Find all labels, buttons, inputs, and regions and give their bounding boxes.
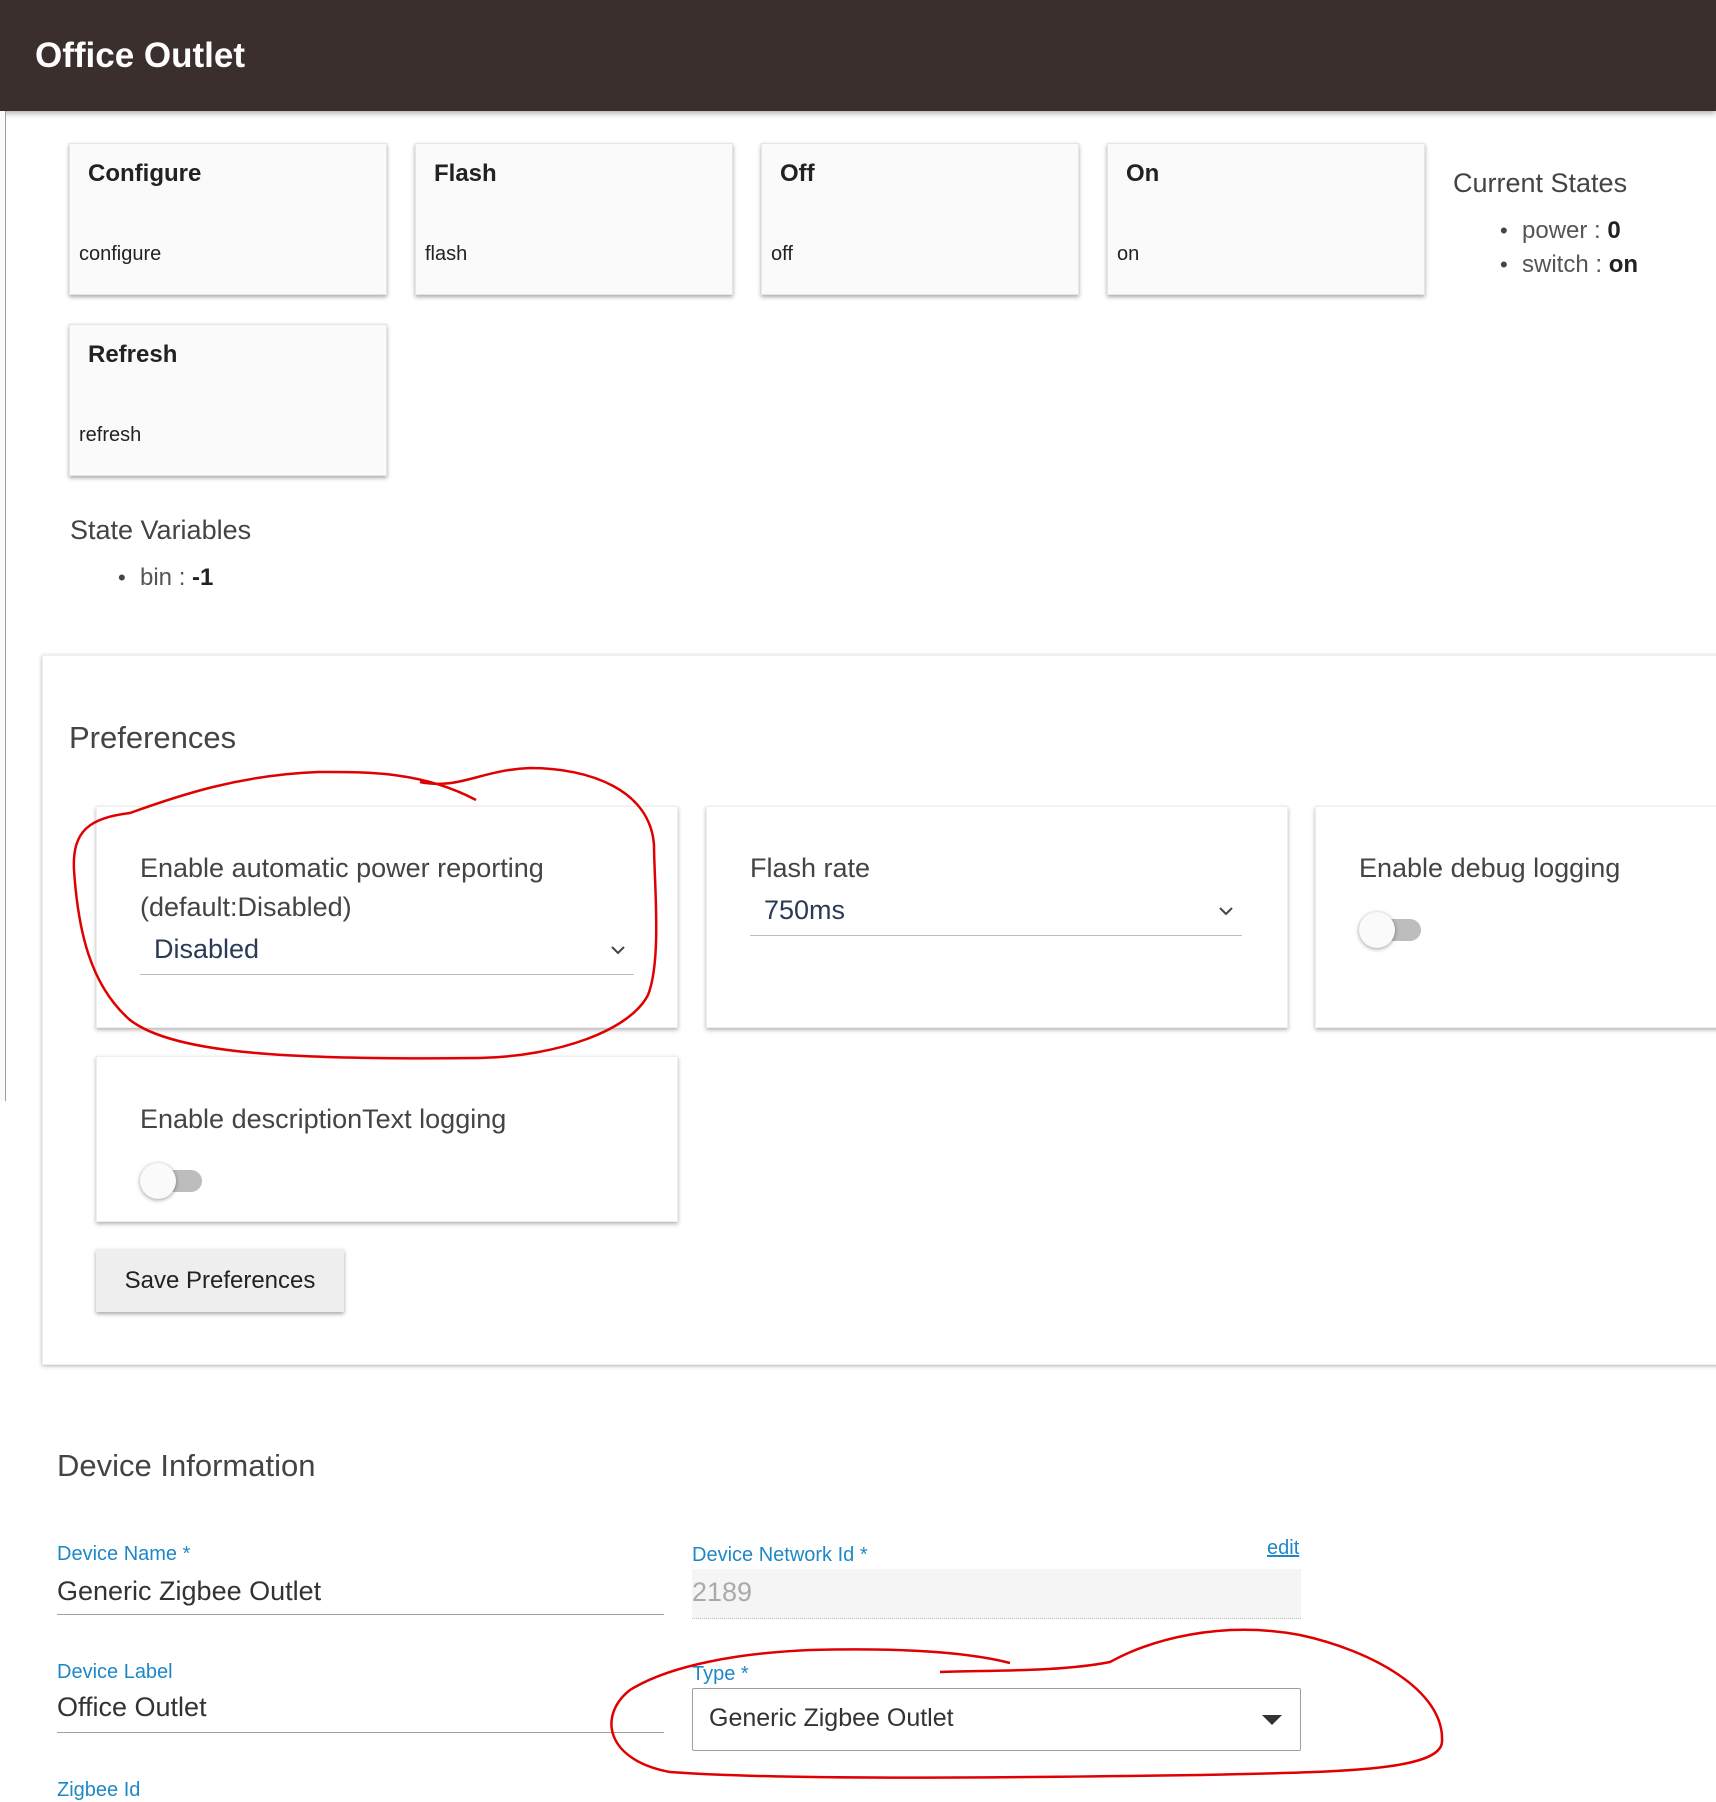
device-name-underline [57, 1614, 664, 1615]
state-variable-item: bin : -1 [118, 561, 213, 595]
current-states-list: power : 0 switch : on [1500, 214, 1638, 282]
command-name: Off [780, 160, 815, 187]
command-name: Refresh [88, 341, 178, 368]
command-refresh[interactable]: Refresh refresh [69, 324, 387, 476]
pref-label-power-reporting: Enable automatic power reporting (defaul… [140, 853, 544, 922]
state-variables-list: bin : -1 [118, 561, 213, 595]
command-value: on [1117, 243, 1140, 265]
command-value: flash [425, 243, 468, 265]
app-header: Office Outlet [0, 0, 1716, 111]
command-name: On [1126, 160, 1160, 187]
device-label-label: Device Label [57, 1661, 173, 1683]
command-on[interactable]: On on [1107, 143, 1425, 295]
zigbee-id-label: Zigbee Id [57, 1779, 141, 1801]
state-item: power : 0 [1500, 214, 1638, 248]
flash-rate-select[interactable]: 750ms [750, 893, 1242, 936]
device-label-input[interactable]: Office Outlet [57, 1692, 207, 1723]
debug-logging-toggle[interactable] [1359, 912, 1425, 948]
chevron-down-icon [611, 946, 625, 955]
command-value: configure [79, 243, 162, 265]
command-off[interactable]: Off off [761, 143, 1079, 295]
save-preferences-button[interactable]: Save Preferences [96, 1249, 344, 1312]
type-select[interactable]: Generic Zigbee Outlet [692, 1688, 1301, 1751]
network-id-value: 2189 [692, 1577, 753, 1607]
power-reporting-select[interactable]: Disabled [140, 932, 634, 975]
description-logging-toggle[interactable] [140, 1163, 206, 1199]
command-name: Flash [434, 160, 497, 187]
chevron-down-icon [1219, 907, 1233, 916]
command-flash[interactable]: Flash flash [415, 143, 733, 295]
device-info-title: Device Information [57, 1448, 316, 1483]
page-title: Office Outlet [35, 36, 246, 75]
type-label: Type * [692, 1663, 749, 1685]
state-item: switch : on [1500, 248, 1638, 282]
pref-label-flash-rate: Flash rate [750, 853, 871, 883]
device-label-underline [57, 1732, 664, 1733]
sidebar-edge [0, 111, 6, 1101]
caret-down-icon [1262, 1715, 1282, 1725]
network-id-field: 2189 [692, 1569, 1301, 1619]
pref-label-description-logging: Enable descriptionText logging [140, 1104, 507, 1134]
command-name: Configure [88, 160, 202, 187]
command-value: off [771, 243, 793, 265]
command-value: refresh [79, 424, 142, 446]
command-configure[interactable]: Configure configure [69, 143, 387, 295]
network-id-edit-link[interactable]: edit [1267, 1537, 1299, 1560]
pref-label-debug-logging: Enable debug logging [1359, 853, 1621, 883]
state-variables-title: State Variables [70, 515, 252, 545]
device-name-input[interactable]: Generic Zigbee Outlet [57, 1576, 321, 1607]
network-id-label: Device Network Id * [692, 1544, 868, 1566]
current-states-title: Current States [1453, 168, 1628, 198]
preferences-title: Preferences [69, 720, 237, 755]
device-name-label: Device Name * [57, 1543, 191, 1565]
